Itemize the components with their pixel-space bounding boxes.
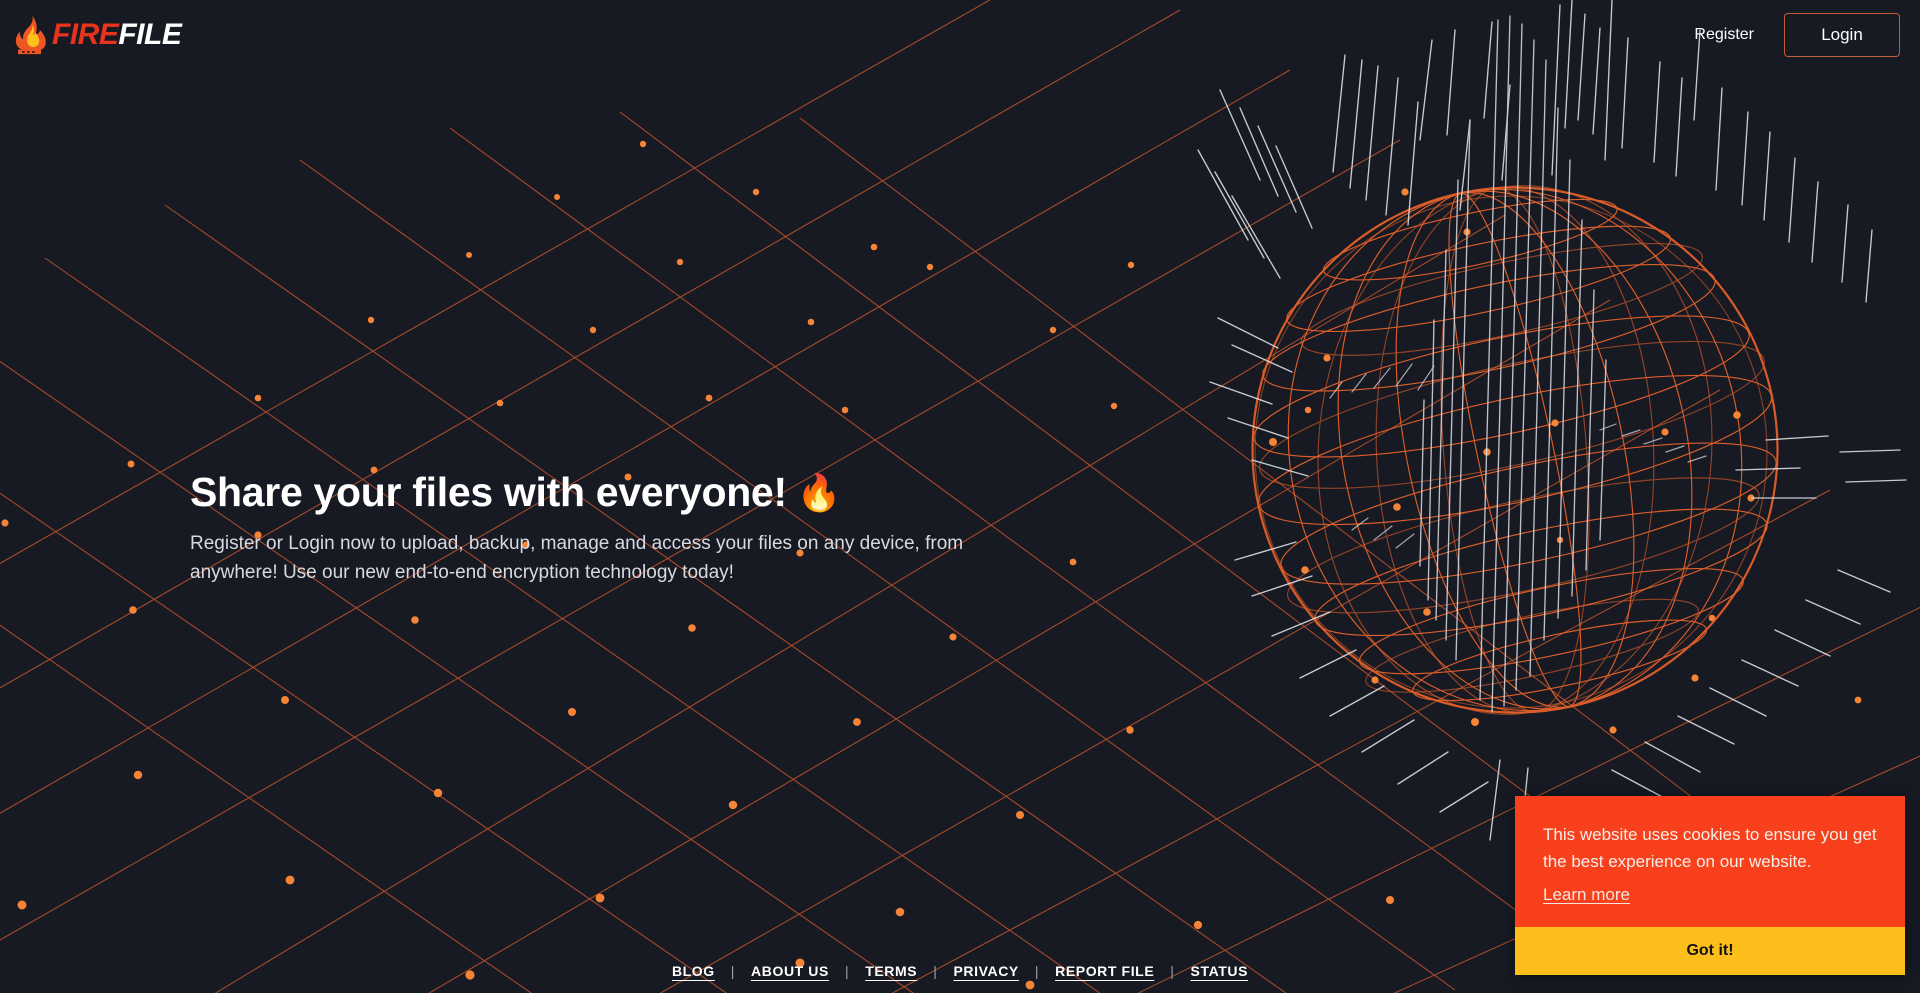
footer-link-report-file[interactable]: REPORT FILE [1053, 963, 1156, 979]
footer-separator: | [1034, 963, 1040, 979]
hero-section: Share your files with everyone! 🔥 Regist… [190, 469, 990, 588]
footer-separator: | [933, 963, 938, 979]
fire-emoji-icon: 🔥 [796, 471, 842, 513]
footer-separator: | [1170, 963, 1175, 979]
register-link[interactable]: Register [1690, 20, 1758, 50]
footer-link-about-us[interactable]: ABOUT US [749, 963, 831, 979]
footer-separator: | [730, 963, 736, 979]
flame-icon [15, 16, 46, 55]
footer-link-blog[interactable]: BLOG [670, 963, 717, 979]
logo-text-file: FILE [118, 18, 182, 51]
cookie-consent-body: This website uses cookies to ensure you … [1515, 796, 1905, 927]
brand-logo[interactable]: FIREFILE [14, 13, 182, 57]
footer-link-terms[interactable]: TERMS [863, 963, 919, 979]
header-nav: Register Login [1690, 13, 1900, 57]
cookie-accept-button[interactable]: Got it! [1515, 927, 1905, 975]
footer-separator: | [844, 963, 850, 979]
hero-subtitle: Register or Login now to upload, backup,… [190, 532, 964, 583]
footer-link-status[interactable]: STATUS [1189, 963, 1251, 979]
radiating-rays [1197, 0, 1907, 849]
login-button[interactable]: Login [1784, 13, 1900, 57]
logo-text-fire: FIRE [52, 18, 119, 51]
footer-link-privacy[interactable]: PRIVACY [951, 963, 1020, 979]
hero-title-text: Share your files with everyone! [190, 469, 787, 515]
wireframe-globe [1251, 185, 1779, 734]
site-header: FIREFILE Register Login [0, 0, 1920, 70]
cookie-consent-banner: This website uses cookies to ensure you … [1515, 796, 1905, 975]
hero-title: Share your files with everyone! 🔥 [190, 469, 990, 516]
cookie-learn-more-link[interactable]: Learn more [1543, 885, 1630, 905]
cookie-consent-message: This website uses cookies to ensure you … [1543, 825, 1877, 871]
